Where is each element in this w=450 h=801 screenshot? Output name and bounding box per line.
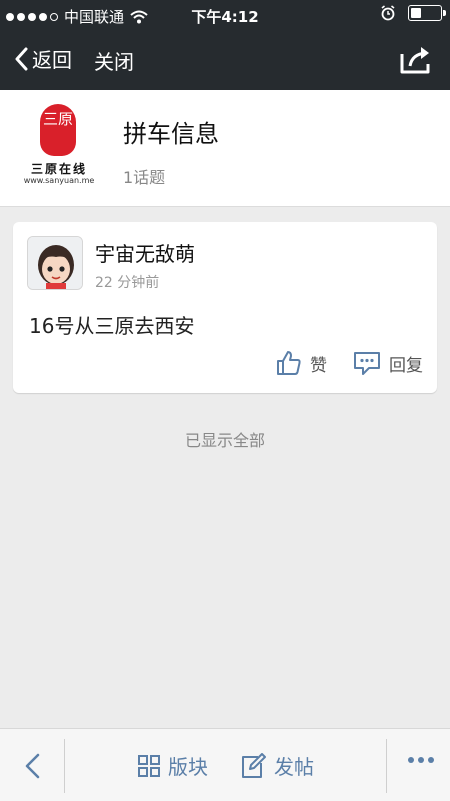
reply-button[interactable]: 回复 (353, 350, 423, 376)
new-post-label: 发帖 (274, 755, 314, 779)
logo-name: 三原在线 (30, 162, 87, 176)
like-button[interactable]: 赞 (276, 350, 327, 376)
topic-count: 1话题 (123, 168, 166, 187)
back-arrow-icon[interactable] (18, 751, 48, 781)
nav-bar: 返回 关闭 (0, 30, 450, 90)
post-actions: 赞 回复 (276, 350, 423, 376)
cartoon-girl-icon (28, 237, 82, 289)
edit-icon (242, 752, 266, 778)
status-bar: 中国联通 下午4:12 (0, 0, 450, 30)
top-bar: 中国联通 下午4:12 返回 关闭 (0, 0, 450, 90)
battery-fill (411, 8, 421, 18)
toolbar-divider (386, 739, 387, 793)
grid-icon (138, 754, 160, 777)
toolbar-divider (64, 739, 65, 793)
close-button[interactable]: 关闭 (94, 46, 134, 75)
page-title: 拼车信息 (123, 120, 219, 148)
list-end-text: 已显示全部 (184, 431, 265, 450)
comment-icon (354, 352, 380, 375)
post-time: 22 分钟前 (95, 275, 160, 291)
like-label: 赞 (310, 355, 327, 376)
logo-url: www.sanyuan.me (23, 176, 95, 185)
sections-button[interactable]: 版块 (138, 751, 208, 780)
back-button[interactable]: 返回 (14, 44, 72, 73)
chevron-left-icon (15, 47, 28, 70)
logo-emblem: 三原 (40, 104, 76, 156)
alarm-icon (381, 5, 395, 21)
post-card[interactable]: 宇宙无敌萌 22 分钟前 16号从三原去西安 赞 回复 (13, 222, 437, 393)
avatar[interactable] (27, 236, 83, 290)
sections-label: 版块 (168, 755, 208, 779)
bottom-toolbar: 版块 发帖 (0, 728, 450, 801)
back-label: 返回 (32, 48, 72, 72)
reply-label: 回复 (389, 355, 423, 376)
post-author[interactable]: 宇宙无敌萌 (95, 238, 195, 267)
battery-icon (408, 5, 446, 21)
thumbs-up-icon (277, 351, 301, 375)
post-content[interactable]: 16号从三原去西安 (29, 310, 194, 339)
more-icon[interactable] (408, 757, 434, 763)
share-icon[interactable] (398, 42, 434, 76)
board-logo: 三原 三原在线 www.sanyuan.me (18, 102, 100, 188)
new-post-button[interactable]: 发帖 (240, 751, 314, 780)
status-right (380, 5, 446, 21)
board-header: 三原 三原在线 www.sanyuan.me 拼车信息 1话题 (0, 90, 450, 207)
